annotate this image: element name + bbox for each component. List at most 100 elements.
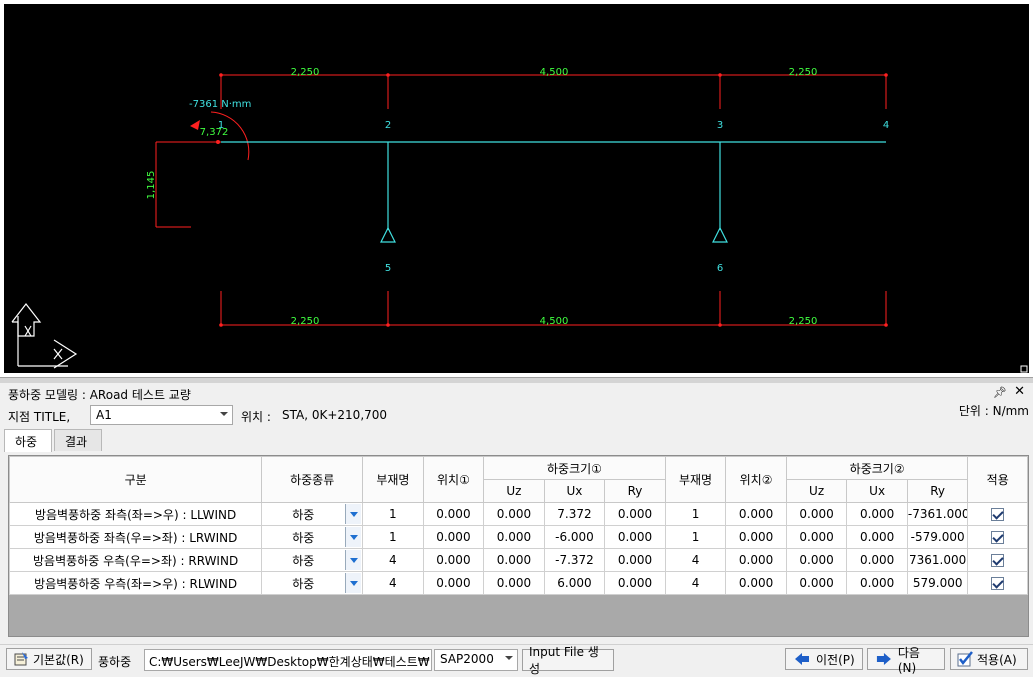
arrow-right-icon bbox=[876, 653, 891, 665]
cad-viewport[interactable]: 2,250 4,500 2,250 2,250 4,500 2,250 7,37… bbox=[0, 0, 1033, 377]
uz-2-cell[interactable]: 0.000 bbox=[785, 571, 848, 595]
position-1-cell[interactable]: 0.000 bbox=[422, 525, 485, 549]
header-ry-2: Ry bbox=[906, 479, 969, 503]
member-1-cell[interactable]: 4 bbox=[362, 548, 424, 572]
ux-1-cell[interactable]: 6.000 bbox=[543, 571, 606, 595]
ux-1-cell[interactable]: 7.372 bbox=[543, 502, 606, 526]
pin-icon[interactable]: 📌︎ bbox=[993, 386, 1007, 399]
position-1-cell[interactable]: 0.000 bbox=[422, 502, 485, 526]
next-button[interactable]: 다음(N) bbox=[867, 646, 945, 675]
member-2-cell[interactable]: 1 bbox=[664, 525, 727, 549]
position-2-cell[interactable]: 0.000 bbox=[725, 525, 787, 549]
dropdown-arrow-icon[interactable] bbox=[345, 550, 362, 570]
member-1-cell[interactable]: 1 bbox=[362, 525, 424, 549]
header-ry-1: Ry bbox=[604, 479, 666, 503]
apply-checkbox[interactable] bbox=[991, 508, 1005, 521]
apply-cell bbox=[967, 548, 1028, 572]
row-name: 방음벽풍하중 좌측(좌=>우) : LLWIND bbox=[8, 502, 263, 526]
default-button[interactable]: 기본값(R) bbox=[6, 648, 92, 670]
member-1-cell[interactable]: 4 bbox=[362, 571, 424, 595]
prev-button-label: 이전(P) bbox=[816, 652, 855, 667]
ry-2-cell[interactable]: -7361.000 bbox=[906, 502, 969, 526]
chevron-down-icon bbox=[220, 412, 228, 416]
point-title-select[interactable]: A1 bbox=[90, 405, 233, 425]
ry-1-cell[interactable]: 0.000 bbox=[604, 571, 666, 595]
apply-button-label: 적용(A) bbox=[977, 652, 1017, 667]
position-1-cell[interactable]: 0.000 bbox=[422, 548, 485, 572]
member-2-cell[interactable]: 4 bbox=[664, 548, 727, 572]
unit-label: 단위 : N/mm bbox=[958, 404, 1029, 418]
member-2-cell[interactable]: 1 bbox=[664, 502, 727, 526]
ry-1-cell[interactable]: 0.000 bbox=[604, 502, 666, 526]
tab-result[interactable]: 결과 bbox=[54, 429, 102, 451]
path-input[interactable]: C:₩Users₩LeeJW₩Desktop₩한계상태₩테스트₩ bbox=[144, 649, 432, 671]
load-type-select[interactable]: 하중 bbox=[261, 571, 364, 595]
solver-select[interactable]: SAP2000 bbox=[434, 649, 518, 671]
next-button-label: 다음(N) bbox=[897, 645, 920, 675]
ux-2-cell[interactable]: 0.000 bbox=[846, 548, 908, 572]
member-1-cell[interactable]: 1 bbox=[362, 502, 424, 526]
dropdown-arrow-icon[interactable] bbox=[345, 573, 362, 593]
header-ux-1: Ux bbox=[543, 479, 606, 503]
point-title-label: 지점 TITLE, bbox=[8, 410, 71, 424]
dropdown-arrow-icon[interactable] bbox=[345, 504, 362, 524]
dim-bottom-2: 4,500 bbox=[540, 316, 569, 327]
apply-checkbox[interactable] bbox=[991, 531, 1005, 544]
header-apply: 적용 bbox=[967, 456, 1028, 503]
header-uz-2: Uz bbox=[785, 479, 848, 503]
load-type-value: 하중 bbox=[292, 576, 315, 591]
close-icon[interactable]: ✕ bbox=[1014, 384, 1025, 399]
load-table: 구분 하중종류 부재명 위치① 하중크기① 부재명 위치② 하중크기② 적용 U… bbox=[8, 456, 1028, 595]
member-2-cell[interactable]: 4 bbox=[664, 571, 727, 595]
table-row[interactable]: 방음벽풍하중 우측(좌=>우) : RLWIND 하중 4 0.000 0.00… bbox=[8, 571, 1028, 595]
load-type-select[interactable]: 하중 bbox=[261, 502, 364, 526]
ux-1-cell[interactable]: -7.372 bbox=[543, 548, 606, 572]
ry-2-cell[interactable]: 7361.000 bbox=[906, 548, 969, 572]
uz-1-cell[interactable]: 0.000 bbox=[483, 525, 545, 549]
apply-checkbox[interactable] bbox=[991, 554, 1005, 567]
node-5: 5 bbox=[385, 263, 391, 274]
load-type-select[interactable]: 하중 bbox=[261, 548, 364, 572]
position-2-cell[interactable]: 0.000 bbox=[725, 548, 787, 572]
tab-load[interactable]: 하중 bbox=[4, 429, 52, 452]
uz-2-cell[interactable]: 0.000 bbox=[785, 502, 848, 526]
ux-2-cell[interactable]: 0.000 bbox=[846, 502, 908, 526]
ry-2-cell[interactable]: -579.000 bbox=[906, 525, 969, 549]
prev-button[interactable]: 이전(P) bbox=[785, 648, 863, 670]
uz-2-cell[interactable]: 0.000 bbox=[785, 548, 848, 572]
header-member-2: 부재명 bbox=[664, 456, 727, 503]
load-type-value: 하중 bbox=[292, 507, 315, 522]
position-2-cell[interactable]: 0.000 bbox=[725, 502, 787, 526]
uz-1-cell[interactable]: 0.000 bbox=[483, 548, 545, 572]
load-type-select[interactable]: 하중 bbox=[261, 525, 364, 549]
table-row[interactable]: 방음벽풍하중 우측(우=>좌) : RRWIND 하중 4 0.000 0.00… bbox=[8, 548, 1028, 572]
dropdown-arrow-icon[interactable] bbox=[345, 527, 362, 547]
ux-1-cell[interactable]: -6.000 bbox=[543, 525, 606, 549]
ry-1-cell[interactable]: 0.000 bbox=[604, 548, 666, 572]
table-row[interactable]: 방음벽풍하중 좌측(우=>좌) : LRWIND 하중 1 0.000 0.00… bbox=[8, 525, 1028, 549]
dim-top-3: 2,250 bbox=[789, 67, 818, 78]
ux-2-cell[interactable]: 0.000 bbox=[846, 525, 908, 549]
uz-1-cell[interactable]: 0.000 bbox=[483, 571, 545, 595]
splitter[interactable] bbox=[0, 377, 1033, 383]
apply-button[interactable]: 적용(A) bbox=[950, 648, 1028, 670]
input-file-button-label: Input File 생성 bbox=[529, 645, 599, 676]
uz-1-cell[interactable]: 0.000 bbox=[483, 502, 545, 526]
apply-checkbox[interactable] bbox=[991, 577, 1005, 590]
dim-bottom-3: 2,250 bbox=[789, 316, 818, 327]
load-type-value: 하중 bbox=[292, 553, 315, 568]
default-values-icon bbox=[14, 652, 28, 666]
header-member-1: 부재명 bbox=[362, 456, 424, 503]
position-2-cell[interactable]: 0.000 bbox=[725, 571, 787, 595]
header-category: 구분 bbox=[8, 456, 263, 503]
header-ux-2: Ux bbox=[846, 479, 908, 503]
apply-cell bbox=[967, 502, 1028, 526]
uz-2-cell[interactable]: 0.000 bbox=[785, 525, 848, 549]
table-row[interactable]: 방음벽풍하중 좌측(좌=>우) : LLWIND 하중 1 0.000 0.00… bbox=[8, 502, 1028, 526]
ux-2-cell[interactable]: 0.000 bbox=[846, 571, 908, 595]
ry-1-cell[interactable]: 0.000 bbox=[604, 525, 666, 549]
default-button-label: 기본값(R) bbox=[33, 652, 84, 667]
input-file-button[interactable]: Input File 생성 bbox=[522, 645, 614, 676]
position-1-cell[interactable]: 0.000 bbox=[422, 571, 485, 595]
ry-2-cell[interactable]: 579.000 bbox=[906, 571, 969, 595]
